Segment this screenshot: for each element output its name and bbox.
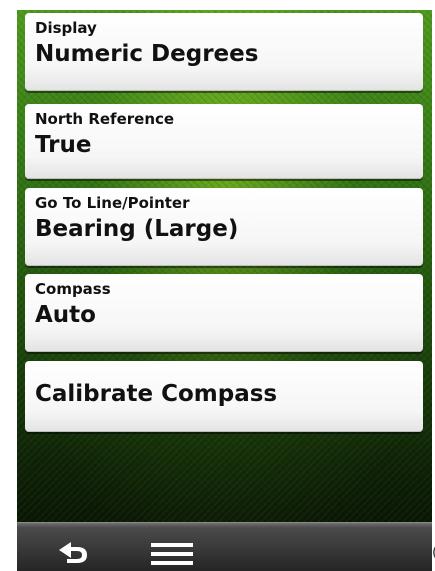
- compass-setting-label: Compass: [35, 280, 111, 298]
- display-setting-value: Numeric Degrees: [35, 41, 259, 67]
- display-setting-button[interactable]: Display Numeric Degrees: [25, 13, 423, 91]
- display-setting-label: Display: [35, 19, 97, 37]
- calibrate-compass-button[interactable]: Calibrate Compass: [25, 361, 423, 432]
- bottom-toolbar: [17, 522, 432, 571]
- device-screen: Display Numeric Degrees North Reference …: [17, 10, 432, 571]
- goto-line-pointer-value: Bearing (Large): [35, 216, 239, 242]
- north-reference-setting-button[interactable]: North Reference True: [25, 104, 423, 179]
- goto-line-pointer-setting-button[interactable]: Go To Line/Pointer Bearing (Large): [25, 188, 423, 266]
- back-button[interactable]: [37, 523, 107, 571]
- goto-line-pointer-label: Go To Line/Pointer: [35, 194, 190, 212]
- back-arrow-icon: [59, 542, 87, 563]
- north-reference-label: North Reference: [35, 110, 175, 128]
- hamburger-menu-icon: [151, 543, 193, 565]
- calibrate-compass-label: Calibrate Compass: [35, 381, 278, 407]
- menu-button[interactable]: [137, 523, 207, 571]
- compass-setting-button[interactable]: Compass Auto: [25, 274, 423, 352]
- north-reference-value: True: [35, 132, 92, 158]
- compass-setting-value: Auto: [35, 302, 96, 328]
